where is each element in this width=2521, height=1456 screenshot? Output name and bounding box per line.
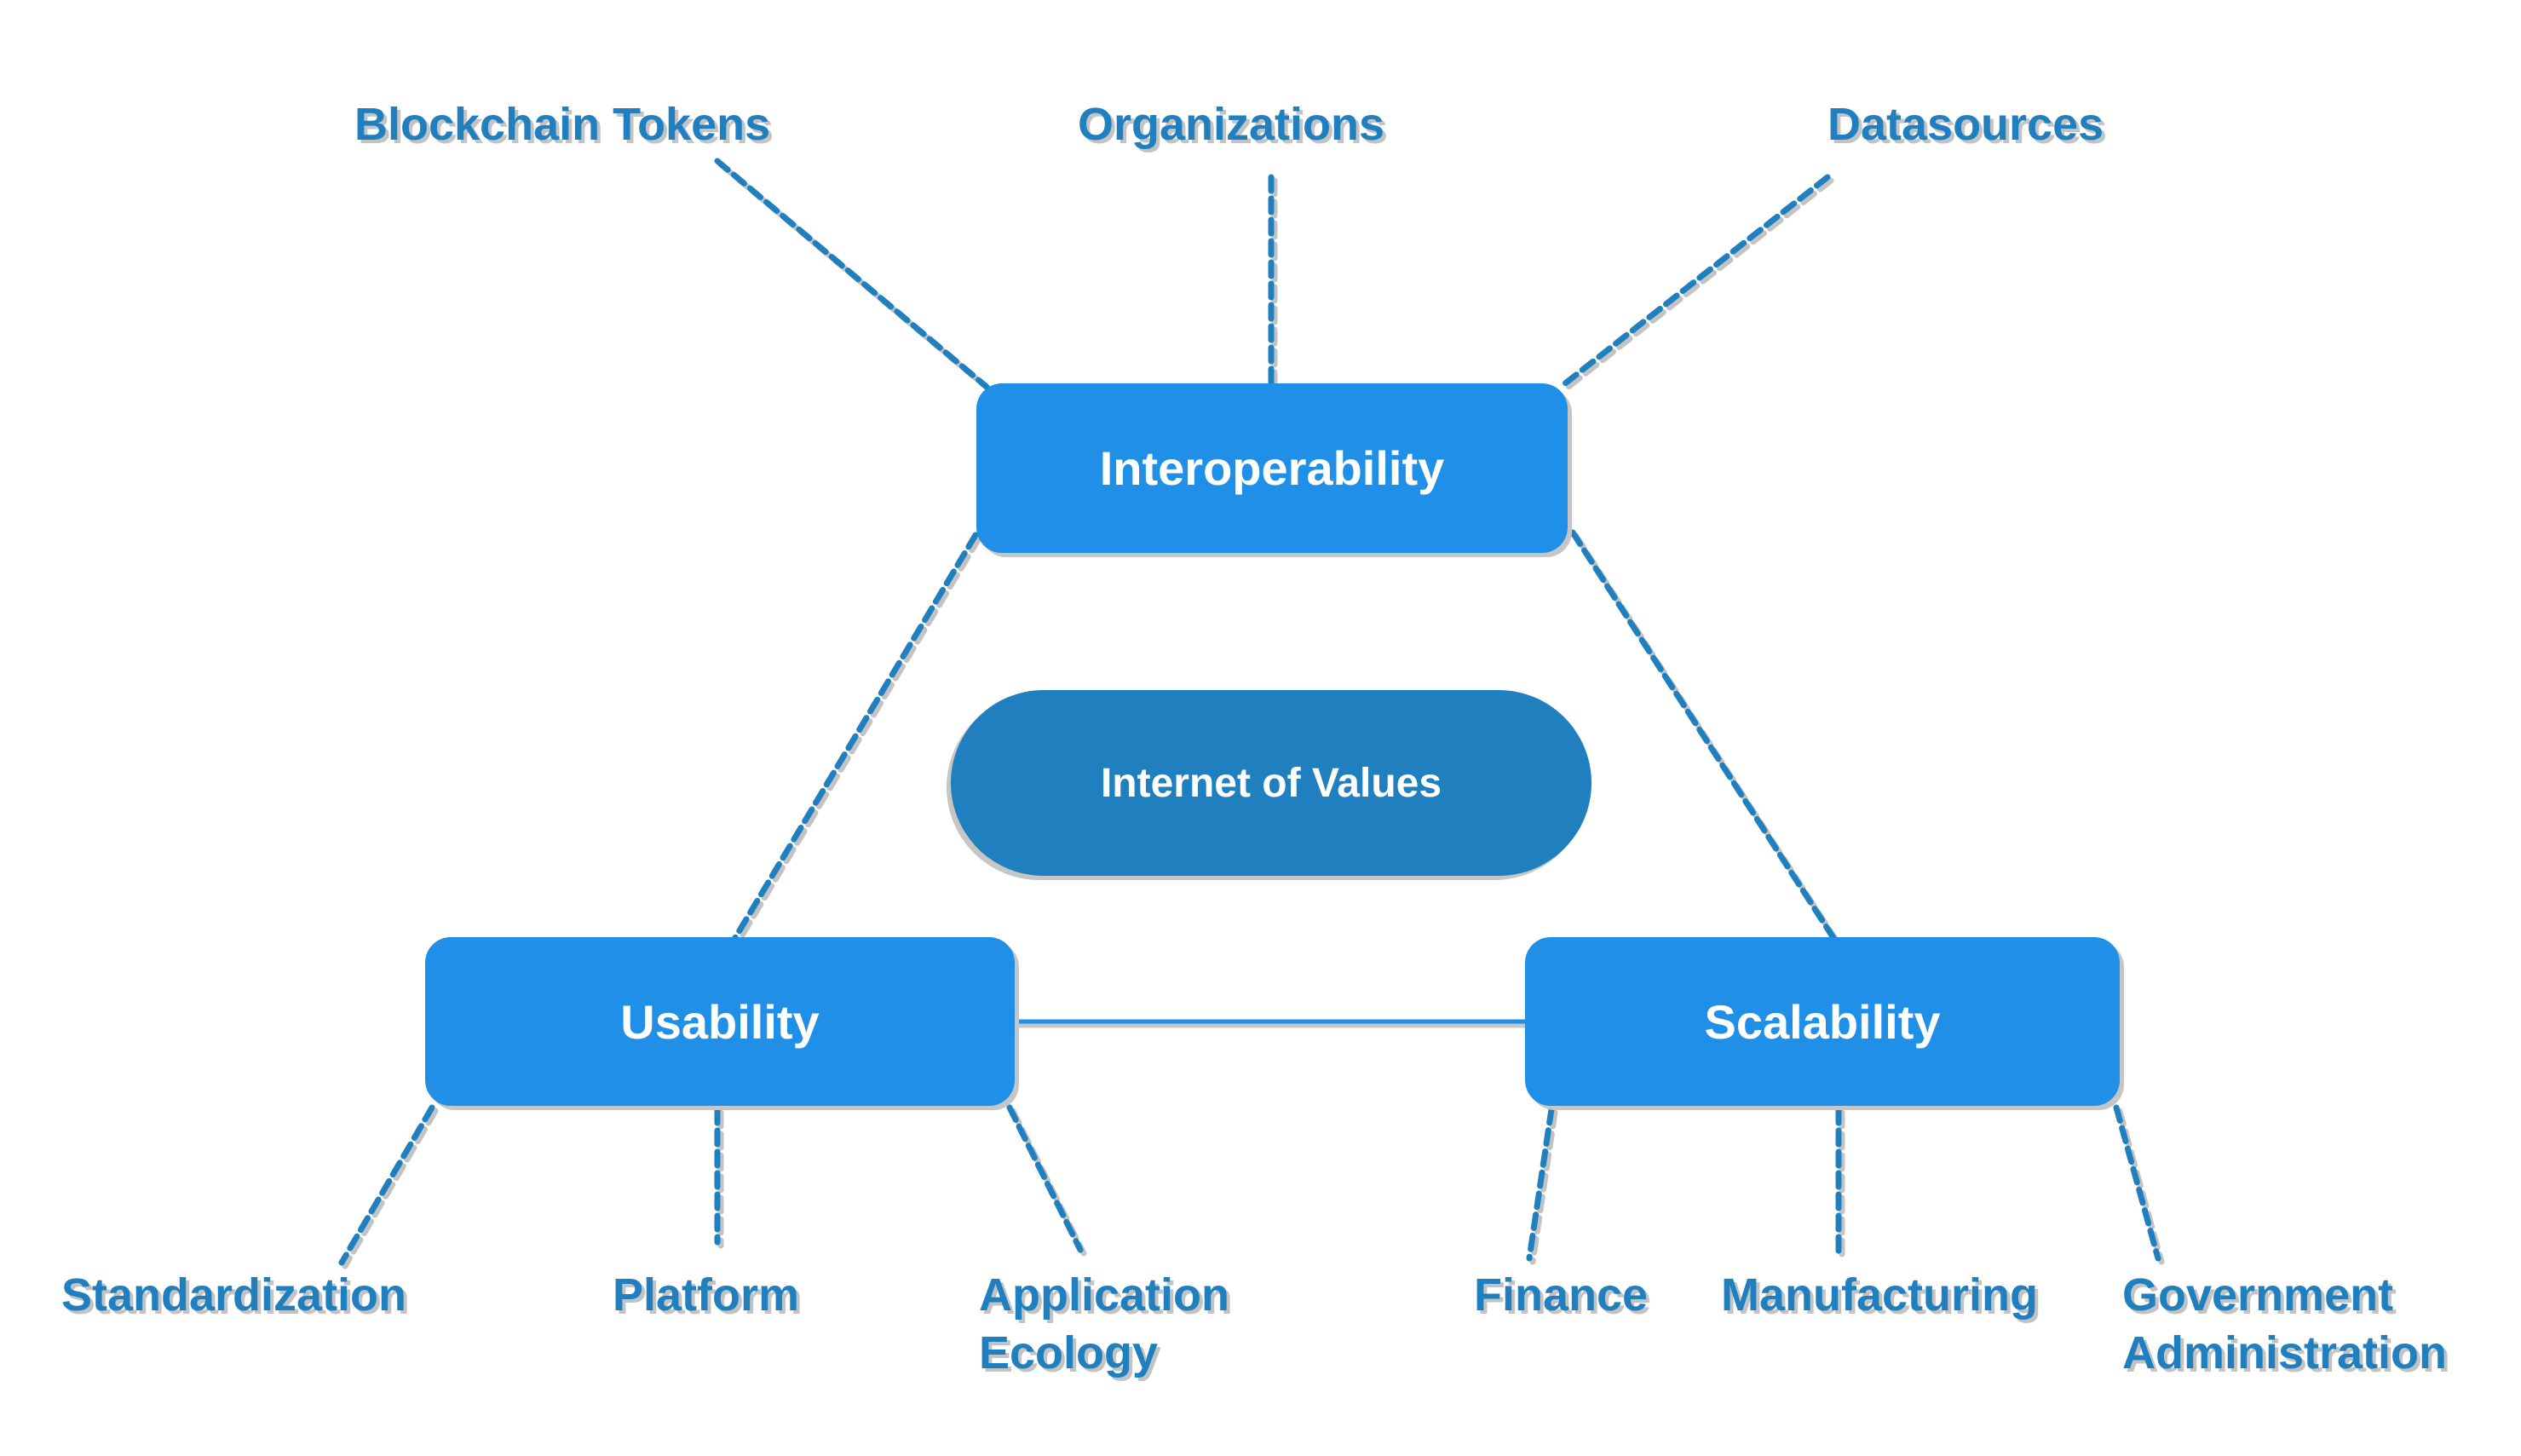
label-application-ecology: Application Ecology bbox=[979, 1266, 1229, 1382]
label-manufacturing: Manufacturing bbox=[1721, 1269, 2038, 1321]
label-datasources: Datasources bbox=[1827, 99, 2104, 150]
label-government-administration: Government Administration bbox=[2122, 1266, 2447, 1382]
edge-interop-usability bbox=[730, 532, 979, 944]
node-label: Usability bbox=[620, 994, 820, 1049]
label-finance: Finance bbox=[1474, 1269, 1649, 1321]
node-label: Scalability bbox=[1704, 994, 1941, 1049]
label-line: Government bbox=[2122, 1269, 2394, 1321]
label-platform: Platform bbox=[613, 1269, 800, 1321]
edge-scalability-finance bbox=[1526, 1106, 1555, 1262]
label-line: Ecology bbox=[979, 1327, 1159, 1378]
node-scalability[interactable]: Scalability bbox=[1525, 937, 2120, 1106]
edge-scalability-government bbox=[2113, 1104, 2161, 1262]
label-organizations: Organizations bbox=[1078, 99, 1385, 150]
edge-usability-application bbox=[1006, 1104, 1084, 1253]
edge-usability-standardization bbox=[338, 1104, 435, 1266]
edge-interop-datasources bbox=[1557, 174, 1831, 390]
edge-interop-scalability bbox=[1569, 529, 1839, 944]
label-line: Administration bbox=[2122, 1327, 2448, 1378]
node-usability[interactable]: Usability bbox=[425, 937, 1015, 1106]
center-label: Internet of Values bbox=[1100, 760, 1442, 806]
node-label: Interoperability bbox=[1099, 441, 1445, 495]
label-standardization: Standardization bbox=[61, 1269, 407, 1321]
label-line: Application bbox=[979, 1269, 1229, 1321]
center-internet-of-values[interactable]: Internet of Values bbox=[951, 690, 1591, 876]
label-blockchain-tokens: Blockchain Tokens bbox=[354, 99, 771, 150]
edge-interop-blockchain bbox=[714, 158, 990, 390]
node-interoperability[interactable]: Interoperability bbox=[976, 383, 1568, 553]
